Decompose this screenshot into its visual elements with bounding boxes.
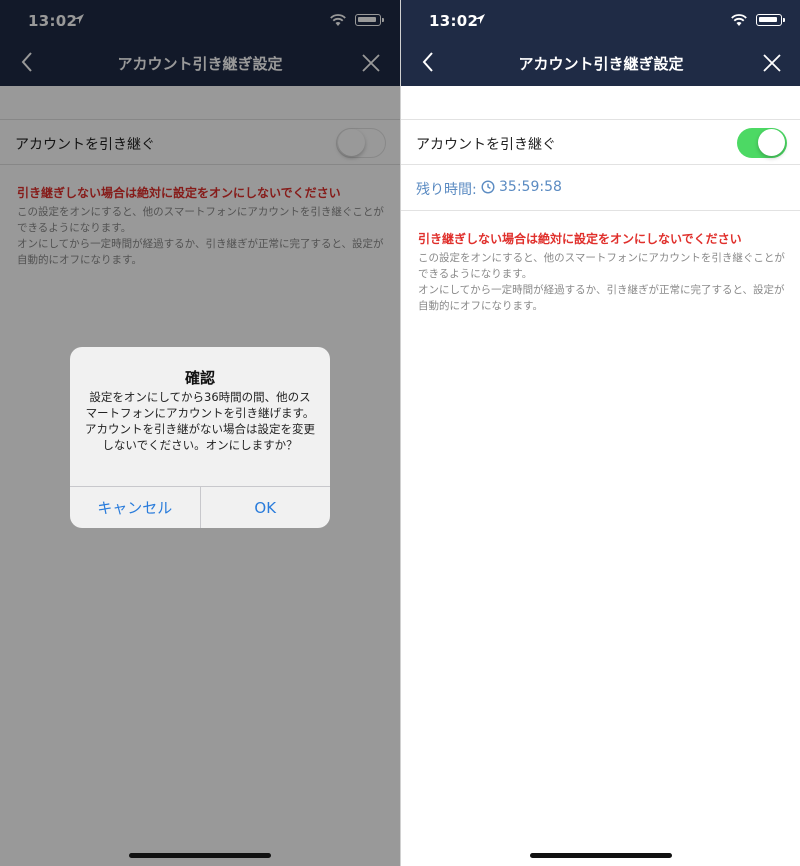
transfer-toggle-label: アカウントを引き継ぐ bbox=[416, 137, 556, 153]
dialog-message: 設定をオンにしてから36時間の間、他のスマートフォンにアカウントを引き継げます。… bbox=[85, 390, 315, 452]
dialog-title: 確認 bbox=[184, 369, 215, 387]
transfer-toggle-switch[interactable] bbox=[737, 128, 787, 158]
clock-icon bbox=[481, 180, 495, 194]
status-time: 13:02 bbox=[429, 12, 479, 30]
transfer-notes: 引き継ぎしない場合は絶対に設定をオンにしないでください この設定をオンにすると、… bbox=[418, 230, 788, 314]
status-bar: 13:02 bbox=[401, 0, 800, 40]
transfer-toggle-row: アカウントを引き継ぐ bbox=[401, 119, 800, 165]
back-chevron-icon[interactable] bbox=[417, 50, 441, 74]
battery-icon bbox=[756, 14, 785, 26]
home-indicator[interactable] bbox=[129, 853, 271, 858]
confirm-dialog: 確認 設定をオンにしてから36時間の間、他のスマートフォンにアカウントを引き継げ… bbox=[70, 347, 330, 528]
remaining-time-label: 残り時間: bbox=[416, 182, 477, 198]
cancel-button[interactable]: キャンセル bbox=[70, 487, 200, 528]
location-arrow-icon bbox=[475, 14, 485, 24]
home-indicator[interactable] bbox=[530, 853, 672, 858]
close-icon[interactable] bbox=[761, 52, 783, 74]
remaining-time-value: 35:59:58 bbox=[499, 179, 562, 195]
top-bar: 13:02 アカウント引き継ぎ設定 bbox=[401, 0, 800, 86]
dialog-buttons: キャンセル OK bbox=[70, 486, 330, 528]
comparison-stage: 13:02 アカウント引き継ぎ設定 アカウントを引き継ぐ 引き継ぎしない場合は絶… bbox=[0, 0, 800, 866]
section-gap bbox=[401, 86, 800, 120]
left-screen: 13:02 アカウント引き継ぎ設定 アカウントを引き継ぐ 引き継ぎしない場合は絶… bbox=[0, 0, 400, 866]
toggle-knob bbox=[758, 129, 785, 156]
page-title: アカウント引き継ぎ設定 bbox=[518, 55, 684, 73]
wifi-icon bbox=[731, 14, 747, 26]
warning-text: 引き継ぎしない場合は絶対に設定をオンにしないでください bbox=[418, 232, 742, 246]
remaining-time-row: 残り時間: 35:59:58 bbox=[401, 165, 800, 211]
right-screen: 13:02 アカウント引き継ぎ設定 アカウントを引き継ぐ 残り時間: 35:59… bbox=[400, 0, 800, 866]
nav-bar: アカウント引き継ぎ設定 bbox=[401, 40, 800, 86]
ok-button[interactable]: OK bbox=[199, 487, 331, 528]
description-text: この設定をオンにすると、他のスマートフォンにアカウントを引き継ぐことができるよう… bbox=[418, 252, 785, 312]
